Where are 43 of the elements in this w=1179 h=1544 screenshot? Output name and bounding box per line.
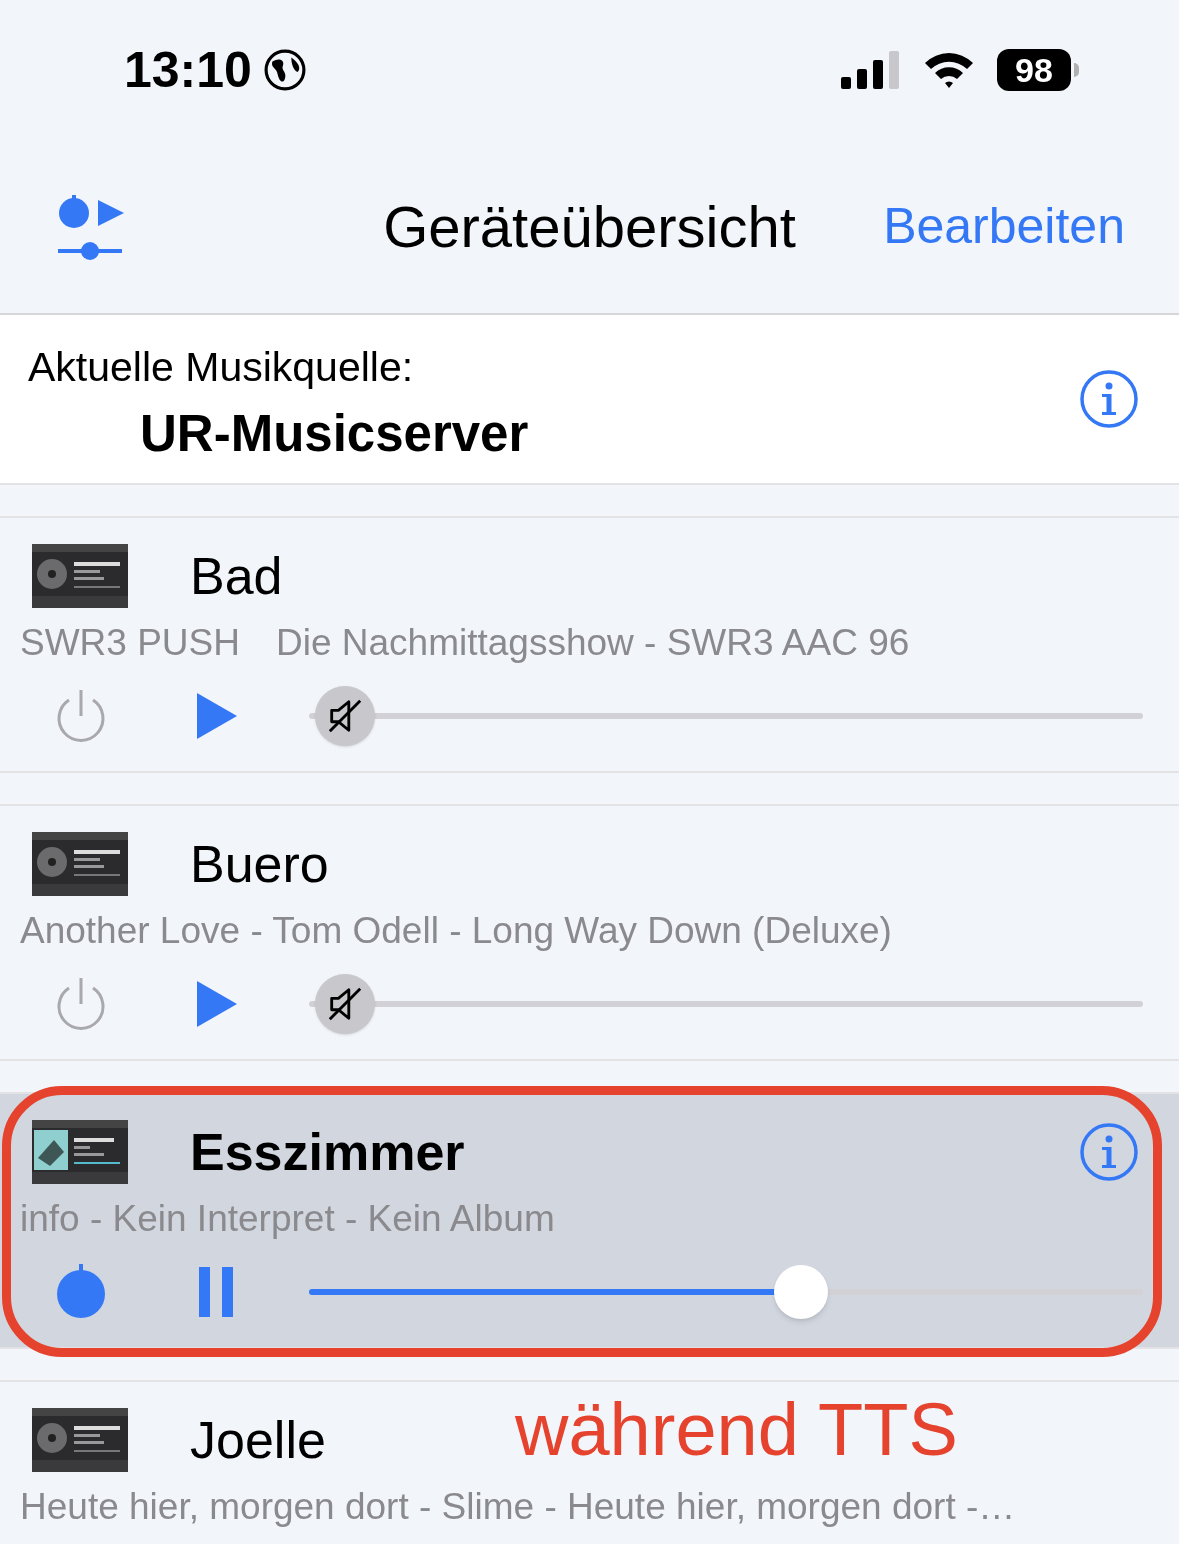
info-button[interactable] xyxy=(1079,369,1139,429)
nav-title: Geräteübersicht xyxy=(383,193,796,261)
mute-thumb[interactable] xyxy=(315,974,375,1034)
volume-slider[interactable] xyxy=(309,974,1143,1034)
battery-level: 98 xyxy=(997,49,1071,91)
power-button[interactable] xyxy=(55,1264,107,1320)
status-time: 13:10 xyxy=(124,40,252,100)
play-icon xyxy=(195,691,239,741)
source-label: Aktuelle Musikquelle: xyxy=(28,342,415,392)
device-name: Esszimmer xyxy=(190,1122,465,1183)
mute-icon xyxy=(326,985,364,1023)
power-icon xyxy=(55,688,107,744)
power-button[interactable] xyxy=(55,976,107,1032)
track-info: Die Nachmittagsshow - SWR3 AAC 96 xyxy=(276,621,910,666)
mute-icon xyxy=(326,697,364,735)
play-button[interactable] xyxy=(195,979,239,1029)
edit-button[interactable]: Bearbeiten xyxy=(883,189,1125,264)
signal-icon xyxy=(841,51,901,89)
track-info: SWR3 PUSH xyxy=(20,621,240,666)
track-info: Heute hier, morgen dort - Slime - Heute hier, morgen dort -… xyxy=(20,1485,1016,1530)
power-button[interactable] xyxy=(55,688,107,744)
mute-thumb[interactable] xyxy=(315,686,375,746)
device-name: Bad xyxy=(190,546,283,607)
device-row[interactable]: Buero Another Love - Tom Odell - Long Way Down (Deluxe) xyxy=(0,804,1179,1061)
info-icon xyxy=(1079,1122,1139,1182)
source-name: UR-Musicserver xyxy=(139,404,529,465)
play-icon xyxy=(195,979,239,1029)
volume-slider[interactable] xyxy=(309,686,1143,746)
volume-thumb[interactable] xyxy=(774,1265,829,1319)
annotation-text: während TTS xyxy=(515,1393,958,1467)
info-button[interactable] xyxy=(1079,1122,1139,1182)
wifi-icon xyxy=(923,51,975,89)
device-name: Buero xyxy=(190,834,329,895)
power-icon xyxy=(55,976,107,1032)
globe-icon xyxy=(263,49,306,91)
play-button[interactable] xyxy=(195,691,239,741)
battery-tip xyxy=(1074,63,1079,77)
track-info: info - Kein Interpret - Kein Album xyxy=(20,1197,555,1242)
device-name: Joelle xyxy=(190,1410,326,1471)
info-icon xyxy=(1079,369,1139,429)
track-info: Another Love - Tom Odell - Long Way Down (Deluxe) xyxy=(20,909,892,954)
power-icon xyxy=(55,1264,107,1320)
device-row[interactable]: Bad SWR3 PUSH Die Nachmittagsshow - SWR3 AAC 96 xyxy=(0,516,1179,773)
